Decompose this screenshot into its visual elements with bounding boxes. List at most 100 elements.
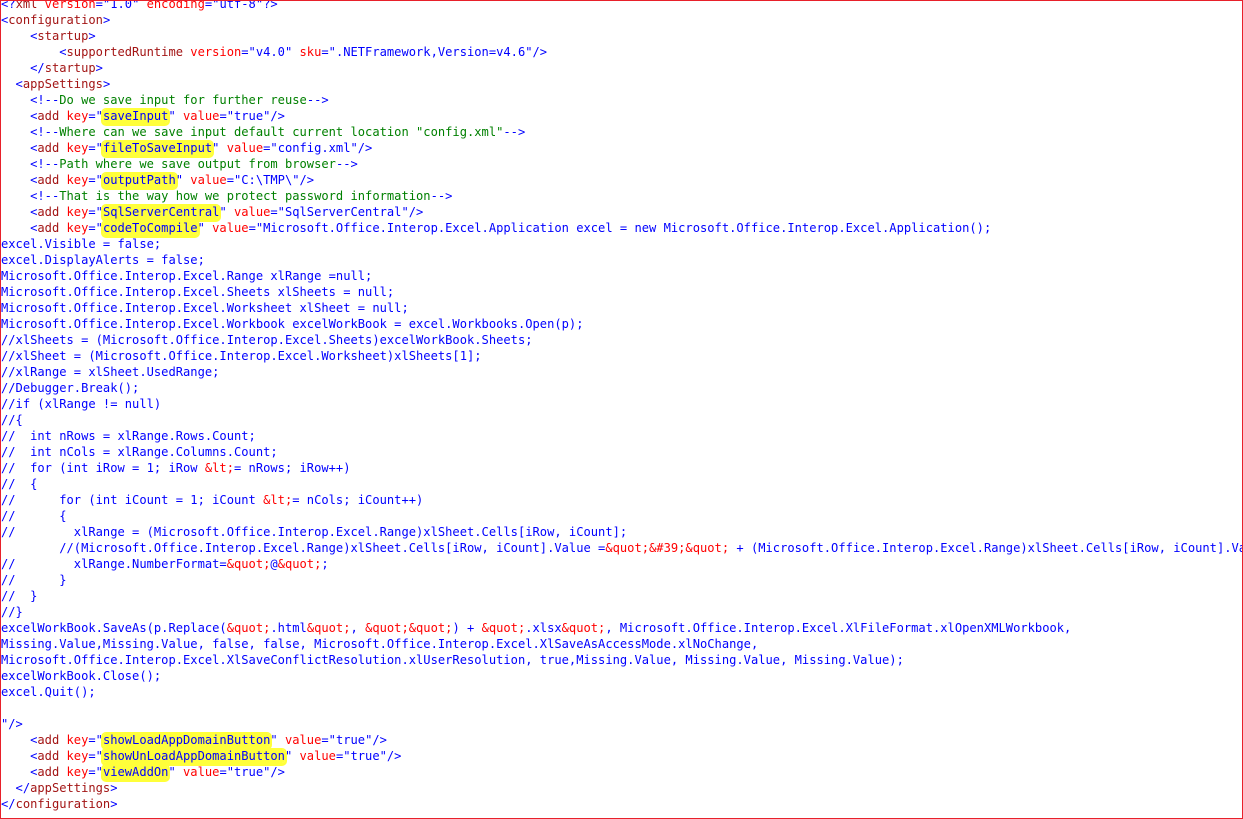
code-line: <add key="fileToSaveInput" value="config… [1, 140, 1242, 156]
code-token: excelWorkBook.SaveAs(p.Replace( [1, 621, 227, 635]
code-token: --> [306, 93, 329, 107]
code-line: // xlRange.NumberFormat=&quot;@&quot;; [1, 556, 1242, 572]
code-token: sku [292, 45, 322, 59]
xml-code-viewer[interactable]: <?xml version="1.0" encoding="utf-8"?> <c… [0, 0, 1243, 819]
code-token: "/> [292, 173, 315, 187]
code-token: &quot; [481, 621, 526, 635]
code-token: Missing.Value,Missing.Value, false, fals… [1, 637, 759, 651]
code-line: <!--Do we save input for further reuse--… [1, 92, 1242, 108]
code-token: add [37, 141, 60, 155]
code-token: "/> [350, 141, 373, 155]
code-token: < [1, 109, 38, 123]
code-token: =" [88, 109, 103, 123]
code-token: --> [503, 125, 526, 139]
code-token: encoding [139, 0, 205, 11]
code-token: value [226, 205, 271, 219]
code-line: <add key="saveInput" value="true"/> [1, 108, 1242, 124]
code-line: <add key="showLoadAppDomainButton" value… [1, 732, 1242, 748]
code-token: " [270, 733, 278, 747]
code-token: add [37, 765, 60, 779]
code-token: value [183, 173, 227, 187]
code-token: > [95, 61, 103, 75]
highlighted-key: outputPath [102, 173, 176, 187]
code-line: <add key="SqlServerCentral" value="SqlSe… [1, 204, 1242, 220]
code-line: </appSettings> [1, 780, 1242, 796]
code-token: key [59, 749, 89, 763]
code-token: key [59, 205, 89, 219]
code-token: "/> [1, 717, 23, 731]
code-token: //{ [1, 413, 23, 427]
code-line: <startup> [1, 28, 1242, 44]
code-token: =" [88, 733, 103, 747]
code-token: key [59, 109, 89, 123]
highlighted-key: saveInput [102, 109, 169, 123]
code-token: , Microsoft.Office.Interop.Excel.XlFileF… [605, 621, 1072, 635]
code-token: SqlServerCentral [284, 205, 402, 219]
code-token: add [37, 205, 60, 219]
code-line: Microsoft.Office.Interop.Excel.Workbook … [1, 316, 1242, 332]
code-token: v4.0 [255, 45, 285, 59]
code-line: //xlSheets = (Microsoft.Office.Interop.E… [1, 332, 1242, 348]
code-token: // } [1, 589, 38, 603]
code-line: <configuration> [1, 12, 1242, 28]
code-token: utf-8 [219, 0, 256, 11]
code-token: version [183, 45, 242, 59]
code-line: <supportedRuntime version="v4.0" sku=".N… [1, 44, 1242, 60]
code-token: // int nRows = xlRange.Rows.Count; [1, 429, 256, 443]
code-token: &quot; [561, 621, 606, 635]
code-token: " [197, 221, 205, 235]
code-token: startup [37, 29, 89, 43]
code-token: > [102, 77, 111, 91]
code-token: Where can we save input default current … [59, 125, 504, 139]
code-token: &quot; [226, 621, 271, 635]
code-token: " [175, 173, 184, 187]
code-line: //} [1, 604, 1242, 620]
code-token: C:\TMP\ [241, 173, 293, 187]
code-line: //{ [1, 412, 1242, 428]
code-token: ; [321, 557, 329, 571]
code-token: //if (xlRange != null) [1, 397, 162, 411]
code-token: That is the way how we protect password … [59, 189, 431, 203]
code-token: // for (int iCount = 1; iCount [1, 493, 264, 507]
code-token: "?> [255, 0, 278, 11]
code-line: Microsoft.Office.Interop.Excel.XlSaveCon… [1, 652, 1242, 668]
code-token: </ [1, 61, 45, 75]
code-token: --> [430, 189, 453, 203]
highlighted-key: fileToSaveInput [102, 141, 213, 155]
code-line: Microsoft.Office.Interop.Excel.Worksheet… [1, 300, 1242, 316]
code-token: "/> [401, 205, 424, 219]
code-line: // { [1, 508, 1242, 524]
code-line: //Debugger.Break(); [1, 380, 1242, 396]
code-line: <?xml version="1.0" encoding="utf-8"?> [1, 0, 1242, 12]
code-token: add [37, 221, 60, 235]
code-line: // for (int iCount = 1; iCount &lt;= nCo… [1, 492, 1242, 508]
code-line: Missing.Value,Missing.Value, false, fals… [1, 636, 1242, 652]
code-line: // for (int iRow = 1; iRow &lt;= nRows; … [1, 460, 1242, 476]
code-token: " [168, 109, 176, 123]
code-token: =" [321, 45, 336, 59]
code-token: key [59, 733, 89, 747]
code-token: Microsoft.Office.Interop.Excel.Workbook … [1, 317, 584, 331]
code-token: =" [88, 765, 103, 779]
code-token: &lt; [263, 493, 293, 507]
code-token: =" [88, 749, 103, 763]
code-token: , [350, 621, 366, 635]
code-token: //(Microsoft.Office.Interop.Excel.Range)… [1, 541, 606, 555]
code-line: <add key="outputPath" value="C:\TMP\"/> [1, 172, 1242, 188]
code-line: //(Microsoft.Office.Interop.Excel.Range)… [1, 540, 1242, 556]
code-token: " [219, 205, 227, 219]
code-token: 1.0 [110, 0, 133, 11]
code-token: // { [1, 477, 38, 491]
code-token: configuration [8, 13, 103, 27]
code-line: // } [1, 572, 1242, 588]
code-token: .html [270, 621, 307, 635]
code-token: value [277, 733, 322, 747]
code-token: // int nCols = xlRange.Columns.Count; [1, 445, 278, 459]
code-token: ) + [452, 621, 482, 635]
code-token: Microsoft.Office.Interop.Excel.Range xlR… [1, 269, 373, 283]
code-token: // { [1, 509, 67, 523]
code-token: <!-- [1, 125, 60, 139]
code-token: " [168, 765, 176, 779]
code-token: =" [88, 141, 103, 155]
